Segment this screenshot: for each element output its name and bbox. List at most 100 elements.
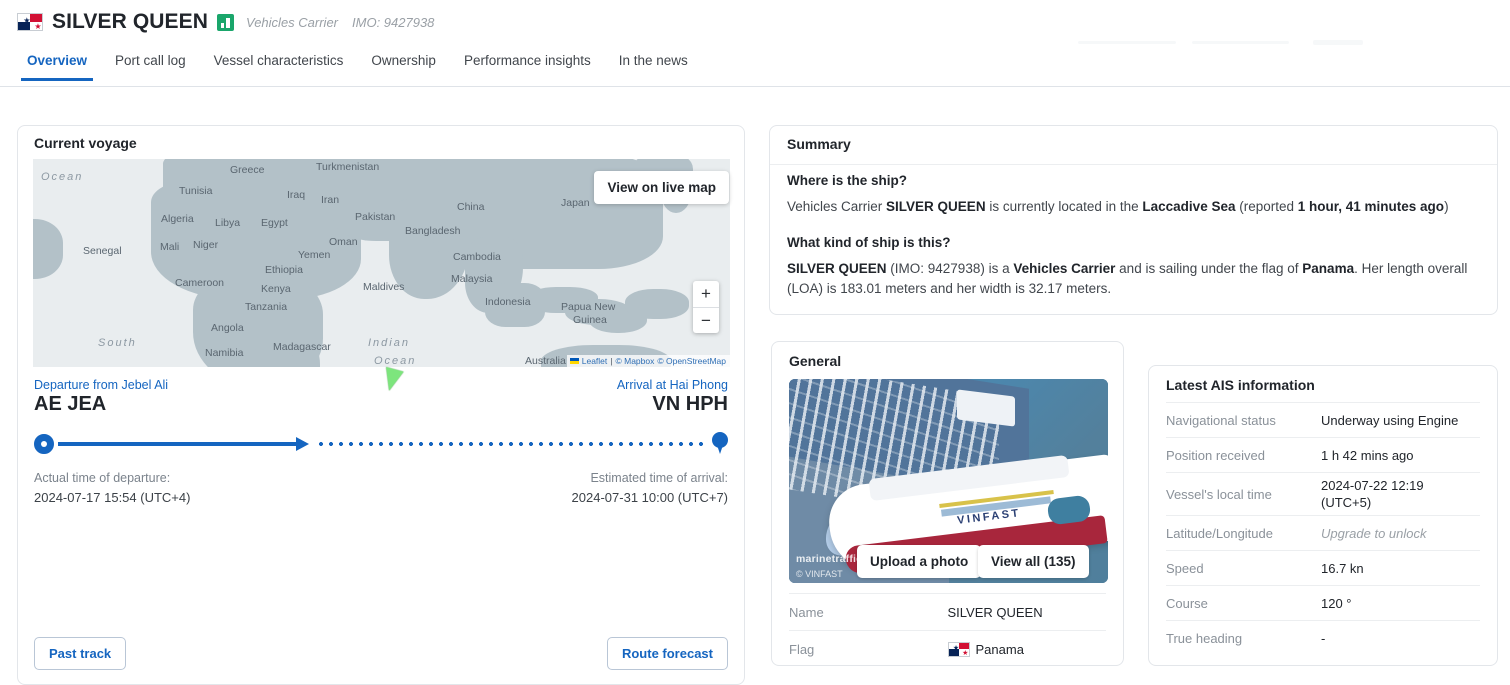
arrival-time-value: 2024-07-31 10:00 (UTC+7) [572,490,728,505]
attribution-leaflet-link[interactable]: Leaflet [582,356,608,366]
upload-a-photo-button[interactable]: Upload a photo [857,545,981,578]
ais-row-position-received: Position received 1 h 42 mins ago [1166,437,1480,472]
tab-ownership[interactable]: Ownership [357,47,450,81]
ais-row-navigational-status: Navigational status Underway using Engin… [1166,402,1480,437]
ais-value: - [1321,630,1325,647]
summary-q2-vessel: SILVER QUEEN [787,261,887,276]
attribution-mapbox-link[interactable]: © Mapbox [615,356,654,366]
general-row-flag: Flag ★ ★ Panama [789,630,1106,666]
map-country-label: Ethiopia [265,264,303,276]
ais-title: Latest AIS information [1166,377,1315,393]
summary-q2-imo: (IMO: 9427938) is a [887,261,1014,276]
ais-row-course: Course 120 ° [1166,585,1480,620]
tab-performance-insights[interactable]: Performance insights [450,47,605,81]
view-on-live-map-button[interactable]: View on live map [594,171,729,204]
ais-key: True heading [1166,631,1321,646]
photo-watermark: marinetraffic [796,553,862,565]
page-title: SILVER QUEEN [52,10,208,34]
summary-q1-location: Laccadive Sea [1142,199,1235,214]
ais-key: Position received [1166,448,1321,463]
map-country-label: Angola [211,322,244,334]
attribution-osm-link[interactable]: © OpenStreetMap [657,356,726,366]
vessel-type-text: Vehicles Carrier [246,15,338,30]
map-country-label: Cameroon [175,277,224,289]
ais-row-latitude-longitude[interactable]: Latitude/Longitude Upgrade to unlock [1166,515,1480,550]
ais-value-locked[interactable]: Upgrade to unlock [1321,525,1427,542]
summary-q1-prefix: Vehicles Carrier [787,199,886,214]
ais-row-true-heading: True heading - [1166,620,1480,655]
vessel-photo[interactable]: VINFAST marinetraffic © VINFAST Upload a… [789,379,1108,583]
map-country-label: Guinea [573,314,607,326]
ais-key: Course [1166,596,1321,611]
ais-value: 2024-07-22 12:19 (UTC+5) [1321,477,1461,511]
land-shape [33,219,63,279]
map-country-label: Malaysia [451,273,492,285]
map-country-label: Yemen [298,249,330,261]
ais-key: Vessel's local time [1166,487,1321,502]
summary-question-type: What kind of ship is this? [787,235,951,250]
general-title: General [789,353,841,369]
map-country-label: China [457,201,484,213]
zoom-in-button[interactable]: + [693,281,719,307]
departure-time-label: Actual time of departure: [34,471,170,485]
departure-port-code: AE JEA [34,393,106,416]
map-country-label: Bangladesh [405,225,460,237]
vessel-title-row: ★★ SILVER QUEEN Vehicles Carrier IMO: 94… [17,10,434,34]
map-country-label: Namibia [205,347,244,359]
map-ocean-label: South [98,337,137,349]
view-all-photos-button[interactable]: View all (135) [978,545,1089,578]
arrival-port-link[interactable]: Arrival at Hai Phong [617,378,728,392]
tab-port-call-log[interactable]: Port call log [101,47,200,81]
ghost-placeholder-1 [1078,41,1176,44]
route-forecast-button[interactable]: Route forecast [607,637,728,670]
map-country-label: Senegal [83,245,122,257]
tab-overview[interactable]: Overview [13,47,101,81]
summary-q1-reported-time: 1 hour, 41 minutes ago [1298,199,1444,214]
panama-flag-icon: ★★ [17,13,43,31]
general-row-flag-value: Panama [976,642,1024,657]
general-row-flag-value-wrap: ★ ★ Panama [948,642,1024,657]
vessel-subtitle: Vehicles Carrier IMO: 9427938 [246,15,434,30]
summary-q1-mid: is currently located in the [986,199,1143,214]
route-destination-pin-icon [712,432,728,454]
ais-key: Navigational status [1166,413,1321,428]
vessel-type-badge-icon [217,14,234,31]
latest-ais-information-card: Latest AIS information Navigational stat… [1148,365,1498,666]
map-country-label: Iran [321,194,339,206]
zoom-out-button[interactable]: − [693,307,719,333]
summary-answer-location: Vehicles Carrier SILVER QUEEN is current… [787,197,1480,217]
summary-title: Summary [787,136,851,152]
map-ocean-label: Ocean [374,355,416,367]
voyage-progress-bar [34,431,728,457]
ais-key: Latitude/Longitude [1166,526,1321,541]
departure-port-link[interactable]: Departure from Jebel Ali [34,378,168,392]
map-country-label: Maldives [363,281,404,293]
general-row-name: Name SILVER QUEEN [789,593,1106,630]
general-row-name-key: Name [789,605,948,620]
map-country-label: Tanzania [245,301,287,313]
vessel-position-marker-icon[interactable] [380,367,403,393]
ais-value: 1 h 42 mins ago [1321,447,1414,464]
departure-time-value: 2024-07-17 15:54 (UTC+4) [34,490,190,505]
ukraine-flag-icon [570,358,579,364]
arrival-port-code: VN HPH [652,393,728,416]
route-origin-icon [34,434,54,454]
summary-q2-type: Vehicles Carrier [1013,261,1115,276]
tab-bar: Overview Port call log Vessel characteri… [0,47,1510,87]
ais-row-vessels-local-time: Vessel's local time 2024-07-22 12:19 (UT… [1166,472,1480,515]
photo-credit: © VINFAST [796,569,843,579]
land-shape [625,289,689,319]
ais-value: 16.7 kn [1321,560,1364,577]
summary-q1-suffix: ) [1444,199,1449,214]
tab-vessel-characteristics[interactable]: Vessel characteristics [200,47,358,81]
map-country-label: Kenya [261,283,291,295]
map-country-label: Greece [230,164,264,176]
ghost-placeholder-2 [1192,41,1289,44]
tab-in-the-news[interactable]: In the news [605,47,702,81]
summary-divider [770,164,1497,165]
past-track-button[interactable]: Past track [34,637,126,670]
summary-q1-reported-prefix: (reported [1235,199,1297,214]
page-header: ★★ SILVER QUEEN Vehicles Carrier IMO: 94… [0,0,1510,87]
ais-value: 120 ° [1321,595,1352,612]
vessel-imo-text: IMO: 9427938 [352,15,434,30]
